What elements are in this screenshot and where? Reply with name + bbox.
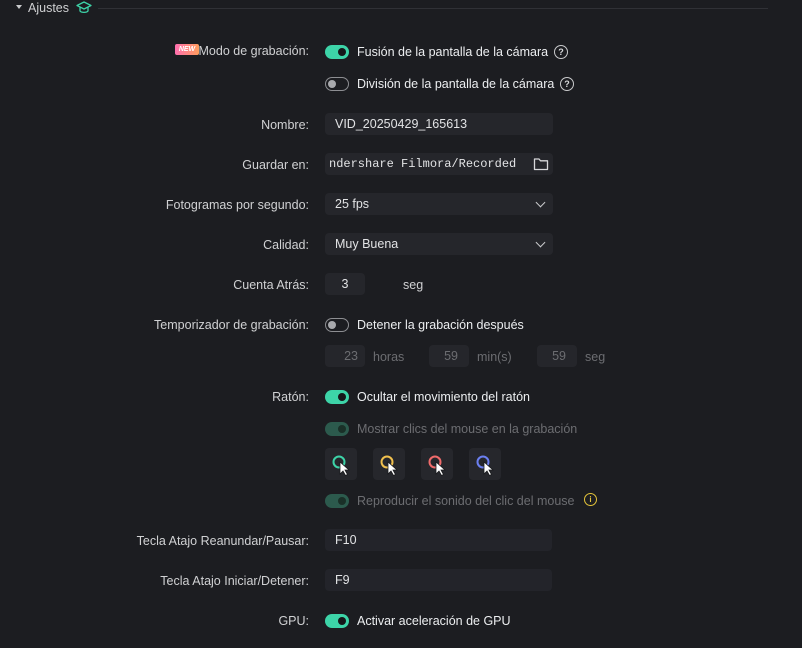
cursor-click-icon [476, 455, 495, 476]
cursor-style-green[interactable] [325, 448, 357, 480]
save-to-label: Guardar en: [242, 158, 309, 172]
timer-hours-input[interactable]: 23 [325, 345, 365, 367]
hotkey-start-input[interactable]: F9 [325, 569, 552, 591]
help-icon[interactable]: ? [560, 77, 574, 91]
cursor-style-red[interactable] [421, 448, 453, 480]
seconds-unit: seg [585, 350, 606, 364]
mouse-label: Ratón: [272, 390, 309, 404]
minutes-unit: min(s) [477, 350, 512, 364]
recording-mode-label: Modo de grabación: [198, 44, 310, 58]
camera-merge-toggle[interactable] [325, 45, 349, 59]
cursor-click-icon [380, 455, 399, 476]
fps-select[interactable]: 25 fps [325, 193, 553, 215]
quality-value: Muy Buena [335, 237, 399, 251]
folder-icon[interactable] [533, 157, 549, 171]
new-badge: NEW [175, 44, 199, 55]
hours-unit: horas [373, 350, 405, 364]
cursor-click-icon [332, 455, 351, 476]
hotkey-pause-input[interactable]: F10 [325, 529, 552, 551]
countdown-label: Cuenta Atrás: [233, 278, 309, 292]
timer-seconds-input[interactable]: 59 [537, 345, 577, 367]
graduation-cap-icon[interactable] [76, 1, 92, 15]
hide-mouse-toggle[interactable] [325, 390, 349, 404]
hide-mouse-option[interactable]: Ocultar el movimiento del ratón [357, 390, 530, 404]
timer-minutes-input[interactable]: 59 [429, 345, 469, 367]
show-clicks-toggle[interactable] [325, 422, 349, 436]
quality-label: Calidad: [263, 238, 309, 252]
quality-select[interactable]: Muy Buena [325, 233, 553, 255]
save-path-input[interactable]: ndershare Filmora/Recorded [325, 153, 553, 175]
name-input[interactable]: VID_20250429_165613 [325, 113, 553, 135]
camera-split-toggle[interactable] [325, 77, 349, 91]
countdown-unit: seg [403, 278, 424, 292]
help-icon[interactable]: ? [554, 45, 568, 59]
settings-section-header[interactable]: Ajustes [0, 0, 802, 18]
hotkey-start-label: Tecla Atajo Iniciar/Detener: [160, 574, 309, 588]
timer-option[interactable]: Detener la grabación después [357, 318, 524, 332]
camera-merge-option[interactable]: Fusión de la pantalla de la cámara [357, 45, 548, 59]
click-sound-option[interactable]: Reproducir el sonido del clic del mouse [357, 494, 574, 508]
cursor-style-yellow[interactable] [373, 448, 405, 480]
gpu-label: GPU: [278, 614, 309, 628]
timer-toggle[interactable] [325, 318, 349, 332]
gpu-toggle[interactable] [325, 614, 349, 628]
cursor-style-blue[interactable] [469, 448, 501, 480]
fps-value: 25 fps [335, 197, 370, 211]
camera-split-option[interactable]: División de la pantalla de la cámara [357, 77, 554, 91]
name-label: Nombre: [261, 118, 309, 132]
click-sound-toggle[interactable] [325, 494, 349, 508]
chevron-down-icon [535, 237, 546, 248]
save-path-text: ndershare Filmora/Recorded [329, 157, 517, 171]
timer-label: Temporizador de grabación: [154, 318, 309, 332]
chevron-down-icon [535, 197, 546, 208]
countdown-input[interactable]: 3 [325, 273, 365, 295]
section-divider [98, 8, 768, 9]
cursor-click-icon [428, 455, 447, 476]
section-title: Ajustes [28, 1, 69, 15]
show-clicks-option[interactable]: Mostrar clics del mouse en la grabación [357, 422, 577, 436]
gpu-option[interactable]: Activar aceleración de GPU [357, 614, 511, 628]
info-warning-icon[interactable]: i [584, 493, 597, 506]
collapse-caret-icon[interactable] [15, 3, 23, 11]
fps-label: Fotogramas por segundo: [165, 198, 309, 212]
hotkey-pause-label: Tecla Atajo Reanundar/Pausar: [136, 534, 309, 548]
